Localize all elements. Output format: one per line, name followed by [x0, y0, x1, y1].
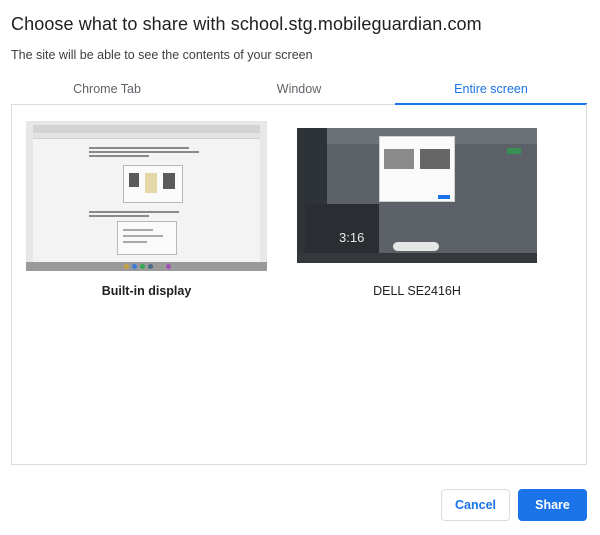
built-in-display-label-wrap: Built-in display — [26, 284, 267, 300]
built-in-display-thumbnail[interactable] — [26, 121, 267, 271]
tab-window[interactable]: Window — [203, 78, 395, 104]
dialog-subtitle: The site will be able to see the content… — [11, 48, 313, 62]
built-in-display-label: Built-in display — [101, 284, 192, 298]
cancel-button[interactable]: Cancel — [441, 489, 510, 521]
thumbnail-clock: 3:16 — [305, 204, 379, 254]
share-button[interactable]: Share — [518, 489, 587, 521]
tab-entire-screen[interactable]: Entire screen — [395, 78, 587, 105]
tab-chrome-tab[interactable]: Chrome Tab — [11, 78, 203, 104]
source-tabs: Chrome Tab Window Entire screen — [11, 78, 587, 105]
dell-monitor-label: DELL SE2416H — [373, 284, 461, 298]
dell-monitor-label-wrap: DELL SE2416H — [297, 284, 537, 300]
dialog-title: Choose what to share with school.stg.mob… — [11, 14, 482, 34]
dell-monitor-thumbnail[interactable]: 3:16 — [297, 128, 537, 263]
